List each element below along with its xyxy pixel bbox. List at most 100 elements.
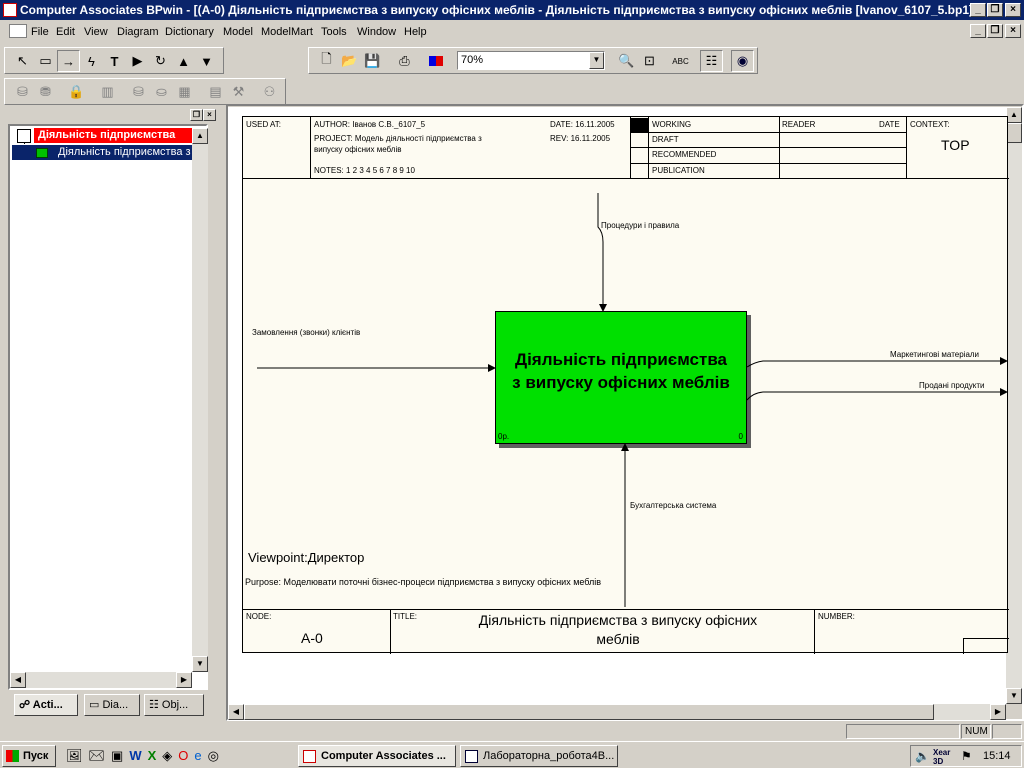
ie-icon[interactable]: e <box>194 748 207 763</box>
menu-help[interactable]: Help <box>404 26 427 38</box>
doc-restore-button[interactable]: ❐ <box>987 24 1003 38</box>
model-explorer-icon[interactable]: ☷ <box>700 50 723 72</box>
mm-open-icon[interactable]: ⛀ <box>150 81 173 103</box>
print-icon[interactable]: ⎙ <box>393 50 416 72</box>
canvas-scroll-left-icon[interactable]: ◀ <box>228 704 244 720</box>
menu-diagram[interactable]: Diagram <box>117 26 159 38</box>
restore-button[interactable]: ❐ <box>987 3 1003 17</box>
opera-icon[interactable]: O <box>178 748 194 763</box>
tab-activities[interactable]: ☍ Acti... <box>14 694 78 716</box>
console-icon[interactable]: ▣ <box>111 748 129 763</box>
status-pane-1 <box>846 724 960 739</box>
control-arrow[interactable] <box>597 193 607 312</box>
footer-box-line <box>963 638 964 654</box>
output2-arrow[interactable] <box>746 388 1008 401</box>
input-label[interactable]: Замовлення (звонки) клієнтів <box>252 328 360 337</box>
menu-edit[interactable]: Edit <box>56 26 75 38</box>
purpose-text[interactable]: Purpose: Моделювати поточні бізнес-проце… <box>245 577 601 587</box>
task-word[interactable]: Лабораторна_робота4В... <box>460 745 618 767</box>
mm-tools-icon[interactable]: ⚒ <box>227 81 250 103</box>
excel-icon[interactable]: X <box>148 748 163 763</box>
arrow-tool-icon[interactable]: → <box>57 50 80 72</box>
xear-icon[interactable]: Xear 3D <box>933 748 950 766</box>
doc-minimize-button[interactable]: _ <box>970 24 986 38</box>
go-down-icon[interactable]: ▼ <box>195 50 218 72</box>
viewpoint-text[interactable]: Viewpoint:Директор <box>248 550 364 565</box>
mm-report-icon[interactable]: ▤ <box>204 81 227 103</box>
canvas-scroll-right-icon[interactable]: ▶ <box>990 704 1006 720</box>
panel-restore-button[interactable]: ❐ <box>190 109 203 121</box>
status-bar: NUM <box>0 722 1024 740</box>
modelmart-toolbar: ⛁ ⛃ 🔒 ▥ ⛁ ⛀ ▦ ▤ ⚒ ⚇ <box>4 78 286 105</box>
doc-close-button[interactable]: × <box>1005 24 1021 38</box>
menu-view[interactable]: View <box>84 26 108 38</box>
word-icon[interactable]: W <box>129 748 147 763</box>
tab-objects[interactable]: ☷ Obj... <box>144 694 204 716</box>
box-tool-icon[interactable]: ▭ <box>34 50 57 72</box>
menu-model[interactable]: Model <box>223 26 253 38</box>
save-icon[interactable]: 💾 <box>361 50 384 72</box>
rotate-icon[interactable]: ↻ <box>149 50 172 72</box>
canvas-scroll-thumb-h[interactable] <box>244 704 934 720</box>
play-icon[interactable]: ▶ <box>126 50 149 72</box>
globe-icon[interactable]: ◉ <box>731 50 754 72</box>
scroll-down-icon[interactable]: ▼ <box>192 656 208 672</box>
library-icon[interactable]: ▥ <box>96 81 119 103</box>
lock-icon[interactable]: 🔒 <box>65 81 88 103</box>
mm-connect-icon[interactable]: ⛁ <box>11 81 34 103</box>
open-folder-icon[interactable]: 📂 <box>338 50 361 72</box>
quick-launch: 🖼✉▣WX◈Oe◎ <box>66 745 280 767</box>
idef0-sheet: USED AT: AUTHOR: Іванов С.В._6107_5 PROJ… <box>242 116 1009 654</box>
control-label[interactable]: Процедури і правила <box>601 221 679 230</box>
task-bpwin[interactable]: Computer Associates ... <box>298 745 456 767</box>
desktop-icon[interactable]: 🖼 <box>66 748 89 763</box>
drawing-toolbar: ↖ ▭ → ϟ T ▶ ↻ ▲ ▼ <box>4 47 224 74</box>
task-bpwin-label: Computer Associates ... <box>321 750 446 762</box>
panel-close-button[interactable]: × <box>203 109 216 121</box>
canvas-scrollbar-horizontal[interactable]: ◀ ▶ <box>228 704 1006 720</box>
volume-icon[interactable]: 🔈 <box>915 749 930 763</box>
chevron-down-icon[interactable]: ▼ <box>589 52 604 69</box>
mm-save-icon[interactable]: ⛁ <box>127 81 150 103</box>
close-button[interactable]: × <box>1005 3 1021 17</box>
flag-icon[interactable]: ⚑ <box>961 749 972 763</box>
mm-disconnect-icon[interactable]: ⛃ <box>34 81 57 103</box>
tree-child-item[interactable]: Діяльність підприємства з <box>12 145 192 160</box>
tree-scrollbar-vertical[interactable]: ▲ ▼ <box>192 128 208 672</box>
tree-scrollbar-horizontal[interactable]: ◀ ▶ <box>10 672 192 688</box>
doc-icon[interactable] <box>9 24 27 38</box>
scroll-up-icon[interactable]: ▲ <box>192 128 208 144</box>
output2-label[interactable]: Продані продукти <box>919 381 984 390</box>
tree-root-item[interactable]: Діяльність підприємства <box>34 128 192 143</box>
zoom-fit-icon[interactable]: ⊡ <box>638 50 661 72</box>
app-icon-1[interactable]: ◈ <box>162 748 178 763</box>
scroll-left-icon[interactable]: ◀ <box>10 672 26 688</box>
menu-dictionary[interactable]: Dictionary <box>165 26 214 38</box>
app-icon-2[interactable]: ◎ <box>208 748 225 763</box>
menu-modelmart[interactable]: ModelMart <box>261 26 313 38</box>
minimize-button[interactable]: _ <box>970 3 986 17</box>
menu-file[interactable]: File <box>31 26 49 38</box>
output1-arrow[interactable] <box>746 357 1008 368</box>
start-button[interactable]: Пуск <box>2 745 56 767</box>
color-palette-icon[interactable] <box>424 50 447 72</box>
mm-grid-icon[interactable]: ▦ <box>173 81 196 103</box>
menu-window[interactable]: Window <box>357 26 396 38</box>
go-up-icon[interactable]: ▲ <box>172 50 195 72</box>
new-file-icon[interactable]: 🗋 <box>315 50 338 72</box>
zoom-in-icon[interactable]: 🔍 <box>615 50 638 72</box>
spell-check-icon[interactable]: ABC <box>669 50 692 72</box>
output1-label[interactable]: Маркетингові матеріали <box>890 350 979 359</box>
mail-icon[interactable]: ✉ <box>89 748 112 763</box>
mechanism-label[interactable]: Бухгалтерська система <box>630 501 716 510</box>
zoom-select[interactable]: 70% ▼ <box>457 51 605 70</box>
tab-diagrams[interactable]: ▭ Dia... <box>84 694 140 716</box>
squiggle-tool-icon[interactable]: ϟ <box>80 50 103 72</box>
text-tool-icon[interactable]: T <box>103 50 126 72</box>
scroll-right-icon[interactable]: ▶ <box>176 672 192 688</box>
mm-users-icon[interactable]: ⚇ <box>258 81 281 103</box>
canvas-scroll-down-icon[interactable]: ▼ <box>1006 688 1022 704</box>
pointer-tool-icon[interactable]: ↖ <box>11 50 34 72</box>
menu-tools[interactable]: Tools <box>321 26 347 38</box>
app-icon[interactable] <box>3 3 17 17</box>
